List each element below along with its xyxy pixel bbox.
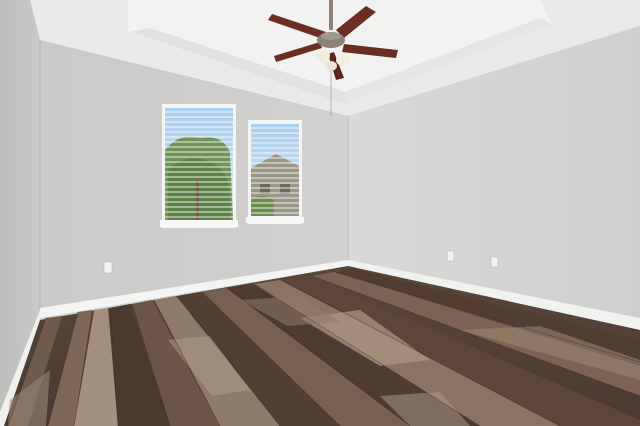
fan-light xyxy=(316,50,330,62)
fan-downrod xyxy=(329,0,333,30)
window-sill xyxy=(246,217,304,223)
window-sill xyxy=(160,220,238,227)
power-outlet-icon xyxy=(490,256,499,268)
fan-light xyxy=(325,61,337,71)
window-right xyxy=(246,120,304,224)
power-outlet-icon xyxy=(103,261,113,274)
empty-room-photo xyxy=(0,0,640,426)
fan-light xyxy=(336,54,350,66)
power-outlet-icon xyxy=(446,250,455,262)
window-left xyxy=(160,104,238,228)
